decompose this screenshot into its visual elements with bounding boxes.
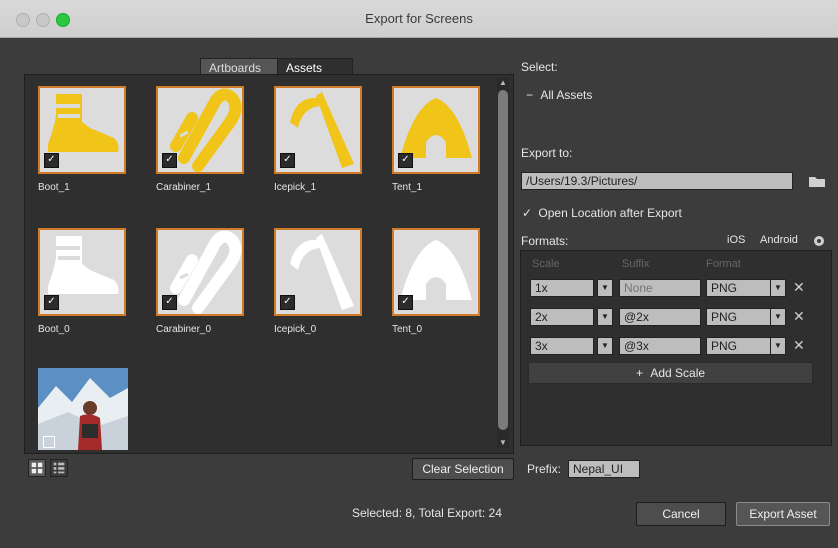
format-select[interactable]: PNG bbox=[706, 337, 772, 355]
asset-checkbox[interactable]: ✓ bbox=[162, 295, 177, 310]
all-assets-label: All Assets bbox=[540, 88, 593, 102]
asset-label: Tent_0 bbox=[392, 324, 423, 335]
asset-thumb-tent-1[interactable]: ✓ bbox=[392, 86, 480, 174]
scale-select[interactable]: 2x bbox=[530, 308, 594, 326]
cancel-button[interactable]: Cancel bbox=[636, 502, 726, 526]
add-scale-button[interactable]: + Add Scale bbox=[528, 362, 813, 384]
export-status-text: Selected: 8, Total Export: 24 bbox=[352, 506, 502, 520]
checkmark-icon: ✓ bbox=[522, 206, 533, 220]
scroll-up-icon[interactable]: ▲ bbox=[497, 78, 509, 88]
asset-thumb-carabiner-0[interactable]: ✓ bbox=[156, 228, 244, 316]
open-location-checkbox[interactable]: ✓ Open Location after Export bbox=[522, 206, 682, 220]
suffix-input[interactable] bbox=[619, 279, 701, 297]
plus-icon: + bbox=[635, 366, 643, 380]
open-location-label: Open Location after Export bbox=[538, 206, 682, 220]
asset-checkbox[interactable]: ✓ bbox=[280, 295, 295, 310]
scale-column-header: Scale bbox=[532, 258, 560, 270]
scroll-thumb[interactable] bbox=[498, 90, 508, 430]
format-column-header: Format bbox=[706, 258, 741, 270]
asset-thumb-icepick-1[interactable]: ✓ bbox=[274, 86, 362, 174]
asset-label: Tent_1 bbox=[392, 182, 423, 193]
android-preset-button[interactable]: Android bbox=[760, 234, 798, 246]
minus-icon: − bbox=[526, 88, 534, 102]
suffix-column-header: Suffix bbox=[622, 258, 650, 270]
clear-selection-button[interactable]: Clear Selection bbox=[412, 458, 514, 480]
asset-thumb-icepick-0[interactable]: ✓ bbox=[274, 228, 362, 316]
remove-scale-icon[interactable]: ✕ bbox=[793, 279, 805, 296]
list-icon bbox=[53, 462, 65, 474]
asset-checkbox[interactable]: ✓ bbox=[398, 153, 413, 168]
export-path-field[interactable]: /Users/19.3/Pictures/ bbox=[521, 172, 793, 190]
asset-thumb-boot-0[interactable]: ✓ bbox=[38, 228, 126, 316]
list-view-button[interactable] bbox=[50, 459, 68, 477]
suffix-input[interactable]: @2x bbox=[619, 308, 701, 326]
title-bar: Export for Screens bbox=[0, 0, 838, 38]
grid-view-button[interactable] bbox=[28, 459, 46, 477]
asset-checkbox[interactable]: ✓ bbox=[280, 153, 295, 168]
chevron-down-icon[interactable]: ▼ bbox=[597, 279, 613, 297]
scale-select[interactable]: 1x bbox=[530, 279, 594, 297]
scale-select[interactable]: 3x bbox=[530, 337, 594, 355]
remove-scale-icon[interactable]: ✕ bbox=[793, 337, 805, 354]
chevron-down-icon[interactable]: ▼ bbox=[597, 337, 613, 355]
asset-checkbox[interactable]: ✓ bbox=[398, 295, 413, 310]
folder-icon[interactable] bbox=[808, 174, 826, 188]
asset-thumb-tent-0[interactable]: ✓ bbox=[392, 228, 480, 316]
prefix-input[interactable]: Nepal_UI bbox=[568, 460, 640, 478]
asset-label: Boot_0 bbox=[38, 324, 70, 335]
prefix-label: Prefix: bbox=[527, 462, 562, 476]
assets-scrollbar[interactable]: ▲ ▼ bbox=[497, 78, 509, 448]
chevron-down-icon[interactable]: ▼ bbox=[770, 279, 786, 297]
asset-checkbox[interactable]: ✓ bbox=[162, 153, 177, 168]
format-select[interactable]: PNG bbox=[706, 308, 772, 326]
export-to-label: Export to: bbox=[521, 146, 573, 160]
asset-label: Carabiner_1 bbox=[156, 182, 212, 193]
asset-label: Carabiner_0 bbox=[156, 324, 212, 335]
ios-preset-button[interactable]: iOS bbox=[727, 234, 745, 246]
asset-checkbox-unchecked[interactable] bbox=[43, 436, 55, 448]
scroll-down-icon[interactable]: ▼ bbox=[497, 438, 509, 448]
asset-label: Icepick_0 bbox=[274, 324, 317, 335]
remove-scale-icon[interactable]: ✕ bbox=[793, 308, 805, 325]
export-asset-button[interactable]: Export Asset bbox=[736, 502, 830, 526]
chevron-down-icon[interactable]: ▼ bbox=[597, 308, 613, 326]
asset-thumb-boot-1[interactable]: ✓ bbox=[38, 86, 126, 174]
formats-label: Formats: bbox=[521, 234, 569, 248]
select-label: Select: bbox=[521, 60, 558, 74]
asset-thumb-carabiner-1[interactable]: ✓ bbox=[156, 86, 244, 174]
gear-icon[interactable] bbox=[812, 234, 826, 248]
asset-thumb-photo[interactable] bbox=[38, 368, 128, 450]
asset-checkbox[interactable]: ✓ bbox=[44, 153, 59, 168]
all-assets-option[interactable]: − All Assets bbox=[526, 88, 592, 102]
suffix-input[interactable]: @3x bbox=[619, 337, 701, 355]
asset-label: Boot_1 bbox=[38, 182, 70, 193]
chevron-down-icon[interactable]: ▼ bbox=[770, 308, 786, 326]
asset-label: Icepick_1 bbox=[274, 182, 317, 193]
chevron-down-icon[interactable]: ▼ bbox=[770, 337, 786, 355]
window-title: Export for Screens bbox=[365, 11, 473, 26]
grid-icon bbox=[31, 462, 43, 474]
asset-checkbox[interactable]: ✓ bbox=[44, 295, 59, 310]
add-scale-label: Add Scale bbox=[650, 366, 706, 380]
format-select[interactable]: PNG bbox=[706, 279, 772, 297]
